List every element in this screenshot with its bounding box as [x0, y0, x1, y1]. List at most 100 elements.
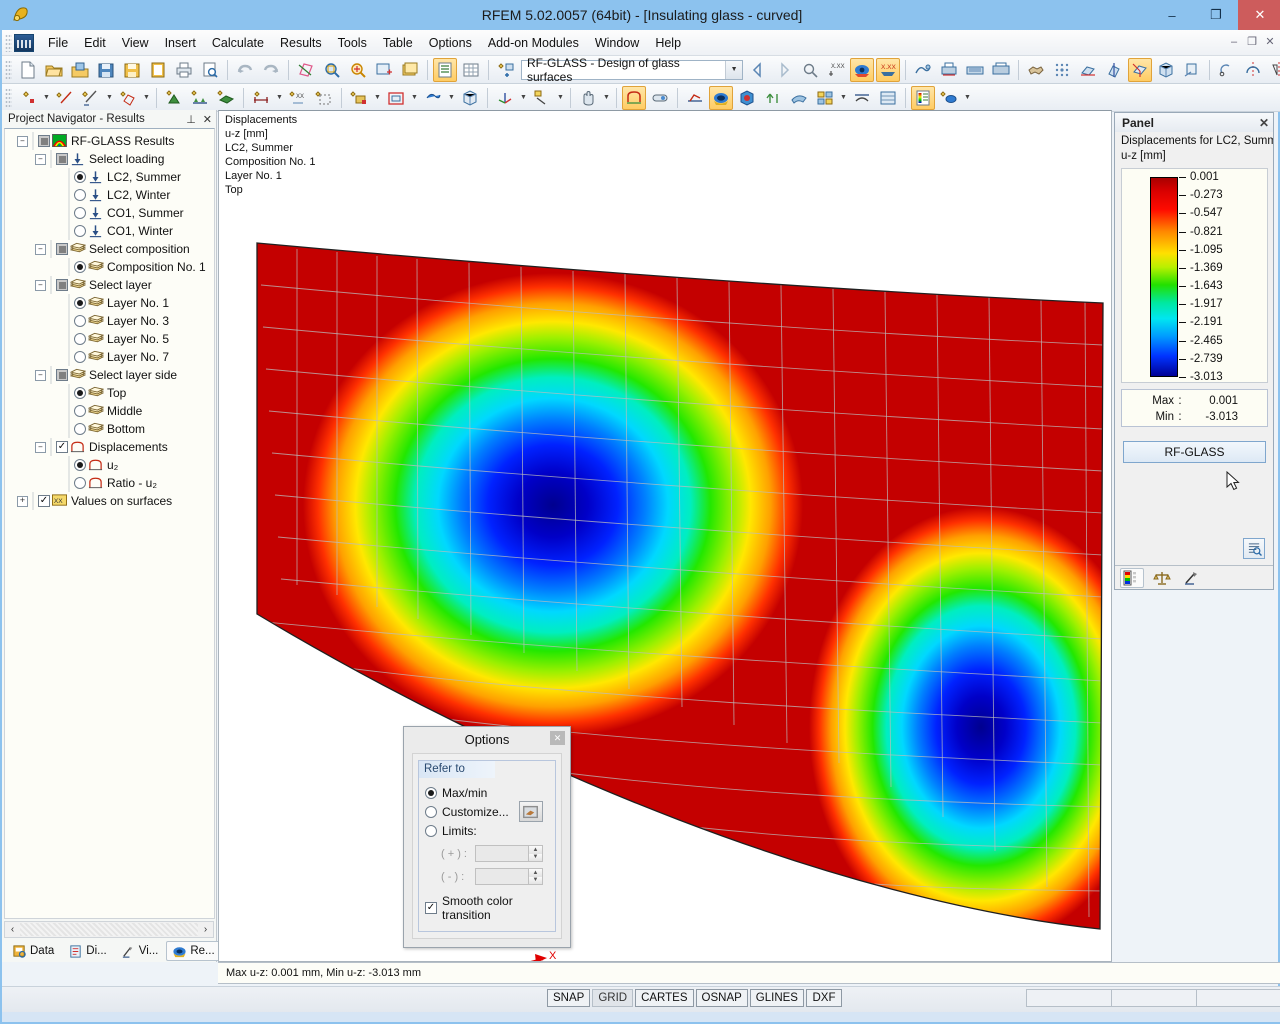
checkbox-partial[interactable]	[56, 279, 68, 291]
status-toggle-cartes[interactable]: CARTES	[635, 989, 694, 1007]
animation-icon[interactable]	[648, 86, 672, 110]
chevron-down-icon[interactable]: ▼	[274, 86, 285, 110]
module-select-combo[interactable]: RF-GLASS - Design of glass surfaces ▼	[521, 56, 743, 83]
navigator-tab-results[interactable]: Re...	[166, 941, 221, 961]
toolbar-grip[interactable]	[5, 87, 12, 108]
radio-selected[interactable]	[74, 261, 86, 273]
dimension-icon[interactable]	[249, 86, 273, 110]
new-node-icon[interactable]	[16, 86, 40, 110]
clipboard-icon[interactable]	[146, 58, 170, 82]
tree-item-layer-no-3[interactable]: Layer No. 3	[5, 312, 214, 330]
solid-icon[interactable]	[458, 86, 482, 110]
scroll-track[interactable]	[20, 923, 198, 936]
redo-icon[interactable]	[259, 58, 283, 82]
new-member-icon[interactable]	[79, 86, 103, 110]
menu-addon-modules[interactable]: Add-on Modules	[480, 32, 587, 54]
options-close-button[interactable]: ✕	[550, 731, 565, 745]
tree-item-select-layer-side[interactable]: – Select layer side	[5, 366, 214, 384]
limit-minus-field[interactable]: ▲ ▼	[475, 868, 543, 885]
open-file-icon[interactable]	[42, 58, 66, 82]
result-search-icon[interactable]	[798, 58, 822, 82]
color-legend[interactable]: 0.001 -0.273 -0.547 -0.821 -1.095 -1.369 -1.64…	[1121, 168, 1268, 383]
limit-plus-stepper[interactable]: ▲ ▼	[528, 846, 542, 861]
chevron-down-icon[interactable]: ▼	[555, 86, 566, 110]
stepper-down-icon[interactable]: ▼	[529, 853, 542, 861]
new-material-icon[interactable]	[214, 86, 238, 110]
tree-item-select-loading[interactable]: – Select loading	[5, 150, 214, 168]
limit-plus-field[interactable]: ▲ ▼	[475, 845, 543, 862]
scroll-right-icon[interactable]: ›	[198, 924, 213, 935]
tree-item-values-on-surfaces[interactable]: + ✓ XX Values on surfaces	[5, 492, 214, 510]
status-toggle-dxf[interactable]: DXF	[805, 989, 842, 1007]
options-dialog[interactable]: Options ✕ Refer to Max/min Customize...	[403, 726, 571, 948]
option-customize-row[interactable]: Customize...	[425, 801, 555, 822]
tree-item-select-layer[interactable]: – Select layer	[5, 276, 214, 294]
tree-item-composition-no-1[interactable]: Composition No. 1	[5, 258, 214, 276]
tree-item-layer-no-1[interactable]: Layer No. 1	[5, 294, 214, 312]
zoom-extents-icon[interactable]	[372, 58, 396, 82]
expander-collapse-icon[interactable]: –	[17, 135, 28, 147]
local-axes-icon[interactable]	[530, 86, 554, 110]
result-section-icon[interactable]	[787, 86, 811, 110]
checkbox-checked[interactable]: ✓	[56, 441, 68, 453]
result-value-labels-icon[interactable]: X.XX	[876, 57, 900, 82]
global-axes-icon[interactable]	[493, 86, 517, 110]
stepper-down-icon[interactable]: ▼	[529, 876, 542, 884]
mdi-restore-button[interactable]: ❐	[1244, 34, 1260, 50]
zoom-all-icon[interactable]	[346, 58, 370, 82]
radio-unselected[interactable]	[74, 351, 86, 363]
chevron-down-icon[interactable]: ▼	[838, 86, 849, 110]
print-graphic-icon[interactable]	[989, 58, 1013, 82]
tree-item-co1-winter[interactable]: CO1, Winter	[5, 222, 214, 240]
printout-report2-icon[interactable]	[963, 58, 987, 82]
navigator-tree[interactable]: – RF-GLASS Results – Select loading LC2, Sum…	[4, 128, 215, 919]
result-curve-icon[interactable]	[850, 86, 874, 110]
save-icon[interactable]	[120, 58, 144, 82]
result-diagram-icon[interactable]	[683, 86, 707, 110]
menu-results[interactable]: Results	[272, 32, 330, 54]
radio-maxmin[interactable]	[425, 786, 437, 799]
chevron-down-icon[interactable]: ▼	[725, 60, 742, 79]
mirror-vertical-icon[interactable]	[1241, 58, 1265, 82]
menu-view[interactable]: View	[114, 32, 157, 54]
radio-selected[interactable]	[74, 297, 86, 309]
tree-item-co1-summer[interactable]: CO1, Summer	[5, 204, 214, 222]
menu-tools[interactable]: Tools	[330, 32, 375, 54]
stepper-up-icon[interactable]: ▲	[529, 869, 542, 877]
chevron-down-icon[interactable]: ▼	[41, 86, 52, 110]
chevron-down-icon[interactable]: ▼	[518, 86, 529, 110]
expander-expand-icon[interactable]: +	[17, 495, 28, 507]
chevron-down-icon[interactable]: ▼	[141, 86, 152, 110]
previous-result-icon[interactable]	[746, 58, 770, 82]
result-panels-icon[interactable]	[813, 86, 837, 110]
scroll-left-icon[interactable]: ‹	[5, 924, 20, 935]
radio-unselected[interactable]	[74, 207, 86, 219]
menu-options[interactable]: Options	[421, 32, 480, 54]
radio-unselected[interactable]	[74, 405, 86, 417]
save-project-icon[interactable]	[94, 58, 118, 82]
view-section-icon[interactable]	[1180, 58, 1204, 82]
tree-item-layer-no-7[interactable]: Layer No. 7	[5, 348, 214, 366]
menu-calculate[interactable]: Calculate	[204, 32, 272, 54]
panel-tab-color-scale[interactable]	[1120, 567, 1144, 588]
maximize-button[interactable]: ❐	[1194, 0, 1238, 30]
mdi-close-button[interactable]: ✕	[1262, 34, 1278, 50]
radio-unselected[interactable]	[74, 423, 86, 435]
result-arrows-icon[interactable]	[761, 86, 785, 110]
close-icon[interactable]: ✕	[203, 113, 212, 126]
tree-item-select-composition[interactable]: – Select composition	[5, 240, 214, 258]
limit-minus-row[interactable]: ( - ) : ▲ ▼	[441, 867, 555, 886]
checkbox-smooth-color[interactable]: ✓	[425, 901, 437, 914]
model-viewport[interactable]: Displacements u-z [mm] LC2, Summer Compo…	[218, 110, 1112, 962]
chevron-down-icon[interactable]: ▼	[446, 86, 457, 110]
pin-icon[interactable]: ⊥	[186, 113, 196, 126]
radio-customize[interactable]	[425, 805, 437, 818]
tree-item-layer-no-5[interactable]: Layer No. 5	[5, 330, 214, 348]
navigator-horizontal-scrollbar[interactable]: ‹ ›	[4, 921, 214, 938]
view-isometric-icon[interactable]	[1128, 57, 1152, 82]
undo-icon[interactable]	[233, 58, 257, 82]
limit-minus-stepper[interactable]: ▲ ▼	[528, 869, 542, 884]
radio-selected[interactable]	[74, 459, 86, 471]
new-region-icon[interactable]	[312, 86, 336, 110]
tree-item-displacements[interactable]: – ✓ Displacements	[5, 438, 214, 456]
